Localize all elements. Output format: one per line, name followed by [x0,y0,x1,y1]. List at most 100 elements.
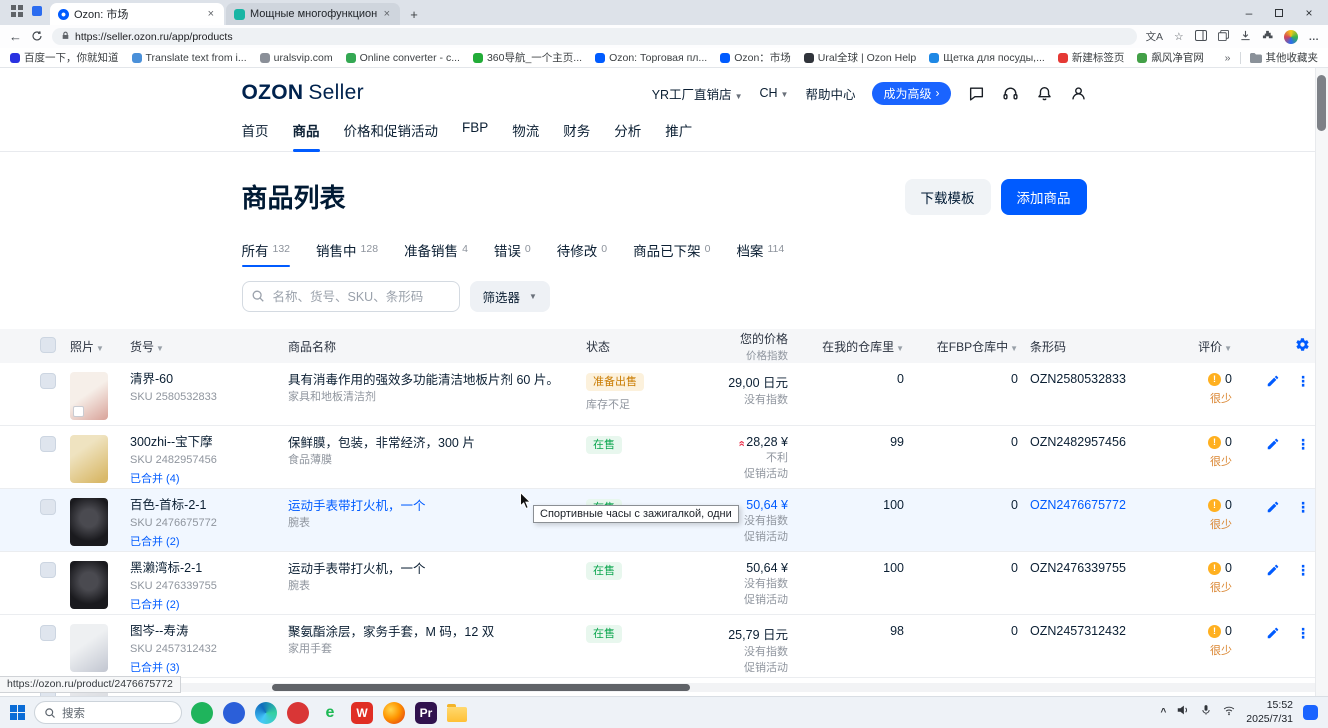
bookmark-item[interactable]: 飙风净官网 [1137,50,1204,65]
row-more-menu-icon[interactable]: ⋮ [1296,563,1310,582]
promo-note[interactable]: 促销活动 [678,531,788,544]
edit-icon[interactable] [1266,626,1280,645]
promo-note[interactable]: 促销活动 [678,594,788,607]
add-product-button[interactable]: 添加商品 [1001,179,1087,215]
column-photo[interactable]: 照片▼ [70,338,130,355]
taskbar-app-icon[interactable] [287,702,309,724]
filter-tab[interactable]: 销售中128 [316,240,378,264]
nav-item[interactable]: 商品 [293,111,320,151]
bookmark-item[interactable]: Щетка для посуды,... [929,52,1045,64]
bell-icon[interactable] [1036,85,1053,102]
nav-item[interactable]: 分析 [614,111,641,151]
volume-icon[interactable] [1176,703,1190,722]
download-icon[interactable] [1240,30,1251,44]
favorites-star-icon[interactable]: ☆ [1174,31,1183,43]
ozon-seller-logo[interactable]: OZONSeller [242,81,364,105]
headset-icon[interactable] [1002,85,1019,102]
user-icon[interactable] [1070,85,1087,102]
collections-icon[interactable] [1218,30,1229,44]
taskbar-app-icon[interactable] [255,702,277,724]
browser-tab-inactive[interactable]: Мощные многофункциональнь × [226,3,400,25]
start-button[interactable] [10,705,25,720]
edit-icon[interactable] [1266,374,1280,393]
tab-close-icon[interactable]: × [382,8,392,20]
product-thumbnail[interactable] [70,498,108,546]
search-input[interactable] [242,281,460,312]
promo-note[interactable]: 促销活动 [678,662,788,675]
product-thumbnail[interactable] [70,435,108,483]
taskbar-app-icon[interactable] [223,702,245,724]
bookmark-item[interactable]: Online converter - c... [346,52,460,64]
bookmark-item[interactable]: 360导航_一个主页... [473,50,582,65]
merged-link[interactable]: 已合并 (4) [130,470,278,486]
row-checkbox[interactable] [40,562,56,578]
browser-tab-active[interactable]: Ozon: 市场 × [50,3,224,25]
product-name-link[interactable]: 聚氨酯涂层，家务手套，M 码，12 双 [288,624,572,640]
bookmark-item[interactable]: 百度一下，你就知道 [10,50,119,65]
url-bar[interactable]: https://seller.ozon.ru/app/products [52,28,1137,45]
premium-button[interactable]: 成为高级› [872,82,950,105]
other-favorites-folder[interactable]: 其他收藏夹 [1250,50,1319,65]
taskbar-app-icon[interactable]: W [351,702,373,724]
taskbar-app-icon[interactable] [383,702,405,724]
workspace-icon[interactable] [31,4,43,22]
taskbar-app-icon[interactable]: e [319,702,341,724]
bookmark-item[interactable]: Ozon: Торговая пл... [595,52,707,64]
horizontal-scrollbar-thumb[interactable] [272,684,690,691]
product-name-link[interactable]: 具有消毒作用的强效多功能清洁地板片剂 60 片。 [288,372,572,388]
edit-icon[interactable] [1266,500,1280,519]
profile-avatar[interactable] [1284,30,1298,44]
column-fbp-warehouse[interactable]: 在FBP仓库中▼ [916,338,1030,355]
store-selector[interactable]: YR工厂直销店▼ [652,84,743,103]
product-name-link[interactable]: 保鲜膜，包装，非常经济，300 片 [288,435,572,451]
taskbar-app-icon[interactable]: Pr [415,702,437,724]
merged-link[interactable]: 已合并 (3) [130,659,278,675]
product-thumbnail[interactable] [70,372,108,420]
tray-chevron-icon[interactable]: ^ [1160,707,1166,718]
nav-item[interactable]: 物流 [512,111,539,151]
extensions-icon[interactable] [1262,30,1273,44]
bookmark-item[interactable]: Ozon：市场 [720,50,791,65]
filter-tab[interactable]: 商品已下架0 [633,240,710,264]
filter-tab[interactable]: 错误0 [494,240,531,264]
help-center-link[interactable]: 帮助中心 [805,84,855,103]
taskbar-app-icon[interactable] [447,707,467,722]
nav-item[interactable]: FBP [462,111,488,151]
filter-tab[interactable]: 准备销售4 [404,240,468,264]
microphone-icon[interactable] [1200,703,1212,722]
window-minimize-button[interactable]: – [1234,0,1264,25]
promo-note[interactable]: 促销活动 [678,468,788,481]
row-more-menu-icon[interactable]: ⋮ [1296,437,1310,456]
column-sku[interactable]: 货号▼ [130,338,288,355]
refresh-icon[interactable] [31,30,43,44]
row-checkbox[interactable] [40,499,56,515]
row-checkbox[interactable] [40,436,56,452]
bookmark-item[interactable]: Ural全球 | Ozon Help [804,50,916,65]
row-checkbox[interactable] [40,373,56,389]
taskbar-search[interactable]: 搜索 [34,701,182,724]
merged-link[interactable]: 已合并 (2) [130,533,278,549]
vertical-scrollbar-thumb[interactable] [1317,75,1326,131]
filter-tab[interactable]: 档案114 [736,240,784,264]
nav-item[interactable]: 财务 [563,111,590,151]
new-tab-button[interactable]: + [404,4,424,24]
vertical-scrollbar[interactable] [1315,68,1328,696]
tab-actions-icon[interactable] [11,4,23,22]
back-icon[interactable]: ← [9,30,22,43]
sidebar-icon[interactable] [1195,30,1207,44]
filter-tab[interactable]: 待修改0 [557,240,607,264]
row-more-menu-icon[interactable]: ⋮ [1296,500,1310,519]
row-more-menu-icon[interactable]: ⋮ [1296,626,1310,645]
column-rating[interactable]: 评价▼ [1162,338,1250,355]
filter-tab[interactable]: 所有132 [242,240,291,264]
table-row[interactable]: 清界-60 SKU 2580532833 具有消毒作用的强效多功能清洁地板片剂 … [0,363,1328,426]
select-all-checkbox[interactable] [40,337,56,353]
filters-button[interactable]: 筛选器▼ [470,281,550,312]
row-checkbox[interactable] [40,625,56,641]
product-thumbnail[interactable] [70,561,108,609]
row-more-menu-icon[interactable]: ⋮ [1296,374,1310,393]
table-row[interactable]: 黑濑湾标-2-1 SKU 2476339755 已合并 (2) 运动手表带打火机… [0,552,1328,615]
bookmark-item[interactable]: Translate text from i... [132,52,247,64]
network-wifi-icon[interactable] [1222,704,1236,722]
edit-icon[interactable] [1266,437,1280,456]
